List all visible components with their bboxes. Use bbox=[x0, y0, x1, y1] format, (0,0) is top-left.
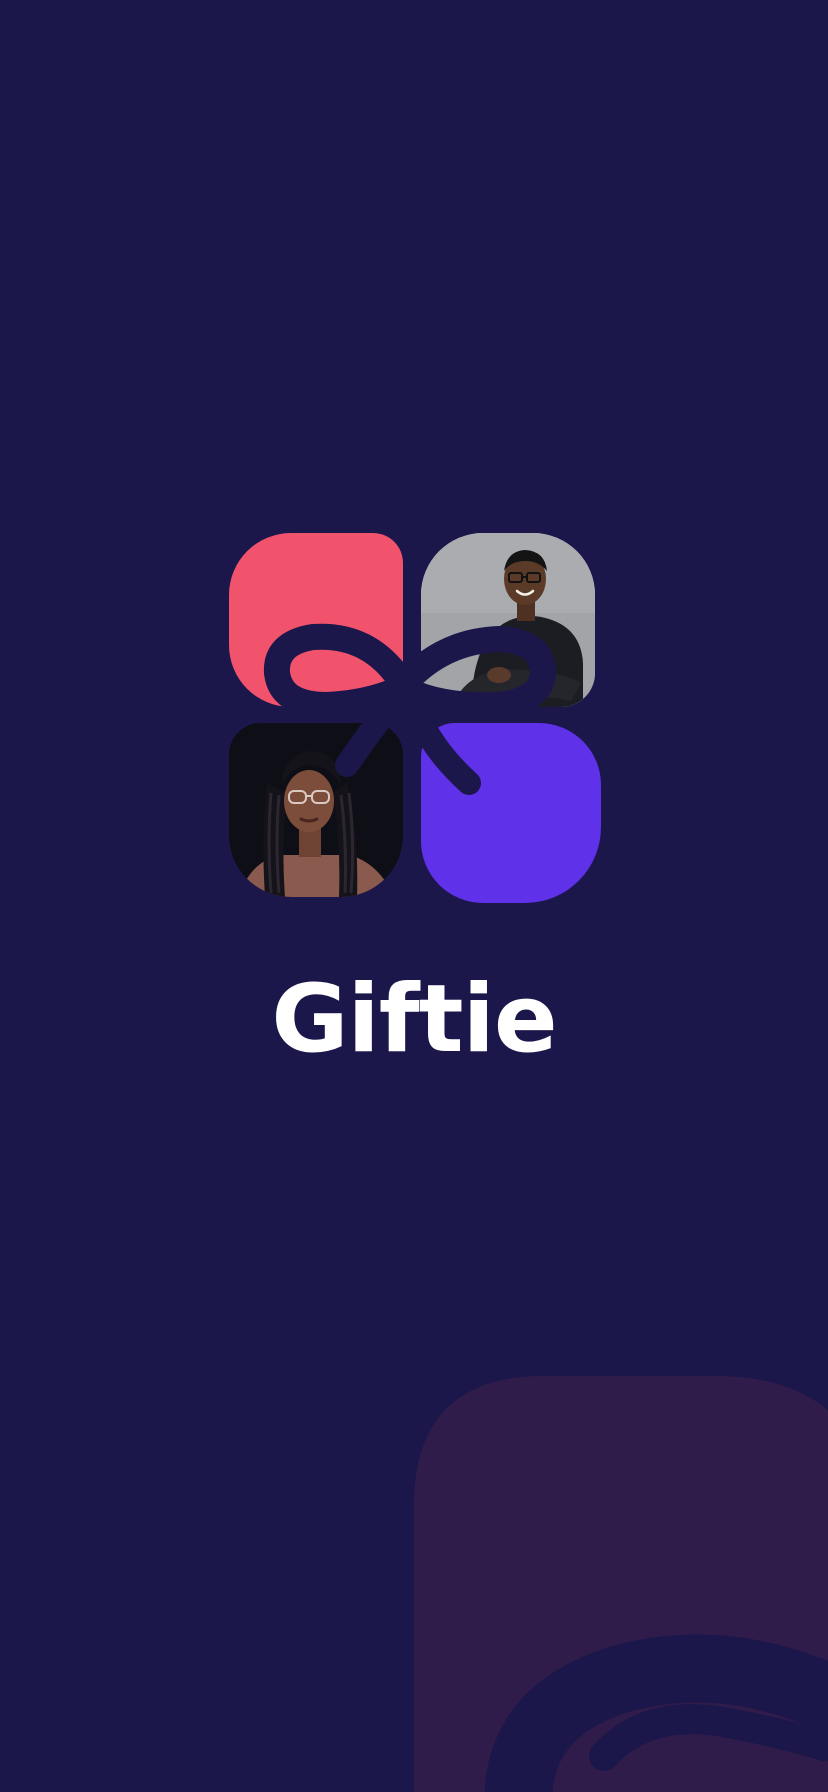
splash-screen: Giftie bbox=[0, 0, 828, 1792]
person-photo-icon bbox=[421, 533, 595, 707]
giftie-logo bbox=[229, 533, 601, 905]
logo-tile-coral bbox=[229, 533, 403, 707]
background-decor-icon bbox=[414, 1376, 828, 1792]
logo-tile-purple bbox=[421, 723, 601, 903]
app-name: Giftie bbox=[271, 965, 557, 1074]
logo-tile-man-photo bbox=[421, 533, 595, 707]
logo-tile-woman-photo bbox=[229, 723, 403, 897]
person-photo-icon bbox=[229, 723, 403, 897]
